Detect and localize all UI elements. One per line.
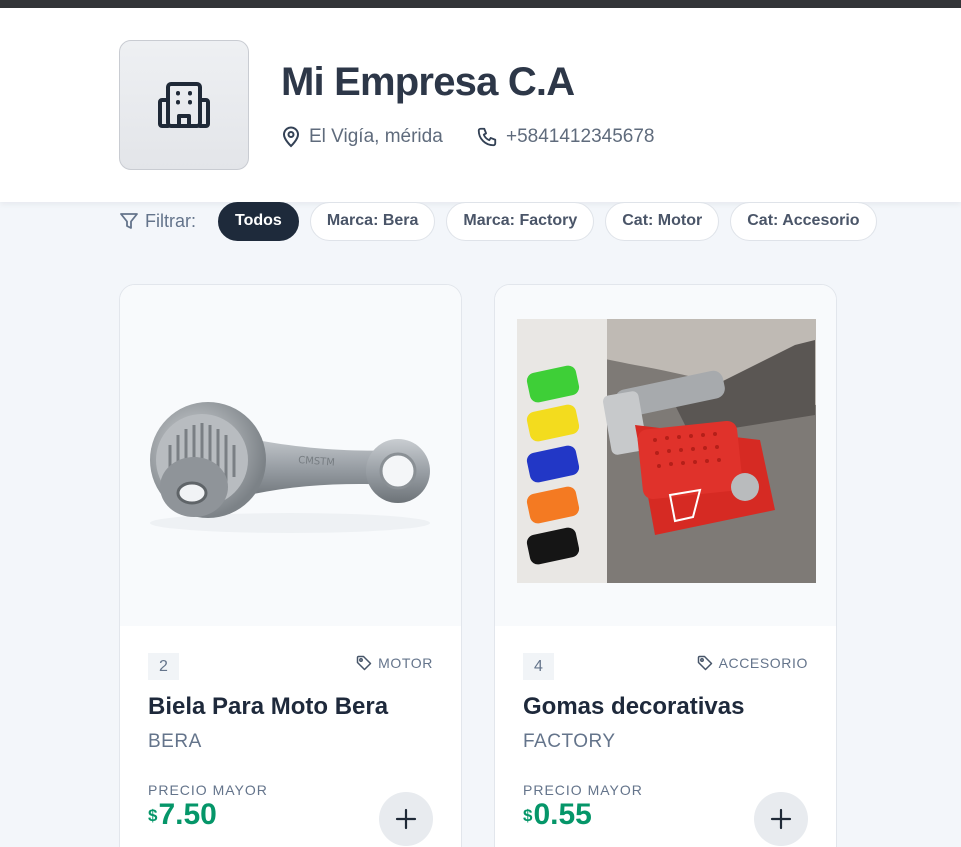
top-bar (0, 0, 961, 8)
plus-icon (395, 808, 417, 830)
phone-icon (477, 127, 497, 147)
product-name: Biela Para Moto Bera (148, 693, 389, 720)
filter-chip-cat-motor[interactable]: Cat: Motor (605, 201, 720, 241)
stock-quantity: 4 (523, 653, 554, 680)
company-name: Mi Empresa C.A (281, 60, 575, 104)
category-tag: ACCESORIO (697, 655, 808, 671)
product-card[interactable]: 4 ACCESORIO Gomas decorativas FACTORY PR… (494, 284, 837, 847)
category-tag: MOTOR (356, 655, 433, 671)
filter-chip-marca-factory[interactable]: Marca: Factory (446, 201, 595, 241)
phone-text: +5841412345678 (506, 126, 655, 147)
location-text: El Vigía, mérida (309, 126, 443, 147)
company-logo (119, 40, 249, 170)
tag-icon (356, 655, 372, 671)
company-location: El Vigía, mérida (281, 126, 443, 148)
plus-icon (770, 808, 792, 830)
product-price: $ 7.50 (148, 798, 217, 831)
building-icon (158, 82, 210, 128)
company-header: Mi Empresa C.A El Vigía, mérida +5841412… (0, 8, 961, 202)
gear-shift-pad-photo (517, 319, 816, 583)
filter-label: Filtrar: (119, 211, 196, 232)
price-label: PRECIO MAYOR (523, 782, 643, 798)
connecting-rod-photo: CMSTM (150, 402, 430, 533)
company-phone[interactable]: +5841412345678 (476, 126, 654, 148)
product-name: Gomas decorativas (523, 693, 745, 720)
add-to-cart-button[interactable] (379, 792, 433, 846)
product-image (495, 285, 836, 626)
filter-icon (120, 213, 138, 229)
add-to-cart-button[interactable] (754, 792, 808, 846)
filter-chip-marca-bera[interactable]: Marca: Bera (309, 201, 436, 241)
stock-quantity: 2 (148, 653, 179, 680)
product-card[interactable]: CMSTM 2 MOTOR Biela Para Moto Bera BERA … (119, 284, 462, 847)
product-brand: BERA (148, 731, 202, 752)
filter-bar: Filtrar: Todos Marca: Bera Marca: Factor… (119, 201, 888, 241)
map-pin-icon (282, 126, 300, 148)
filter-chip-todos[interactable]: Todos (218, 201, 299, 241)
product-price: $ 0.55 (523, 798, 592, 831)
tag-icon (697, 655, 712, 671)
product-image: CMSTM (120, 285, 461, 626)
product-brand: FACTORY (523, 731, 616, 752)
price-label: PRECIO MAYOR (148, 782, 268, 798)
filter-chip-cat-accesorio[interactable]: Cat: Accesorio (730, 201, 877, 241)
